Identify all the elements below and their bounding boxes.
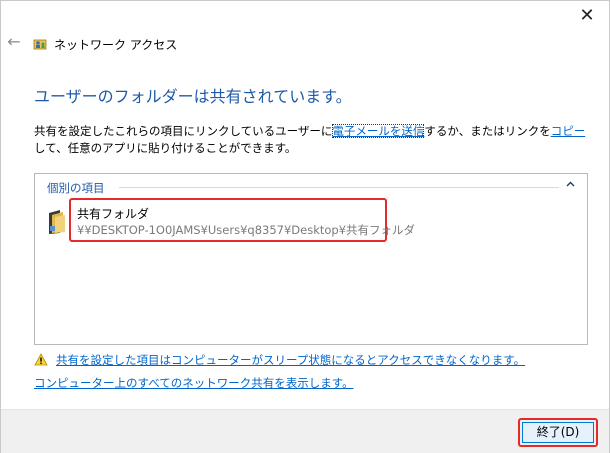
copy-link[interactable]: コピー — [551, 124, 586, 138]
network-access-dialog: ✕ ← ネットワーク アクセス ユーザーのフォルダーは共有されています。 共有を… — [0, 0, 610, 453]
item-name[interactable]: 共有フォルダ — [77, 205, 149, 222]
shared-folder-icon — [49, 210, 65, 234]
finish-button[interactable]: 終了(D) — [522, 422, 594, 443]
desc-text-2: するか、またはリンクを — [424, 124, 551, 138]
footer-bar: 終了(D) — [1, 409, 609, 453]
group-divider — [119, 187, 559, 188]
description: 共有を設定したこれらの項目にリンクしているユーザーに電子メールを送信するか、また… — [34, 123, 594, 157]
group-header: 個別の項目 — [47, 181, 105, 195]
close-icon: ✕ — [579, 5, 595, 26]
send-email-link[interactable]: 電子メールを送信 — [332, 124, 425, 138]
item-path: ¥¥DESKTOP-1O0JAMS¥Users¥q8357¥Desktop¥共有… — [77, 223, 416, 237]
show-all-shares-link[interactable]: コンピューター上のすべてのネットワーク共有を表示します。 — [34, 375, 354, 391]
collapse-chevron-icon[interactable] — [563, 177, 577, 191]
warning-icon — [34, 353, 48, 366]
shared-items-list: 個別の項目 共有フォルダ ¥¥DESKTOP-1O0JAMS¥Users¥q83… — [34, 173, 588, 345]
window-title: ネットワーク アクセス — [54, 38, 178, 52]
back-arrow-icon: ← — [7, 32, 21, 51]
back-button[interactable]: ← — [5, 33, 23, 51]
network-share-icon — [33, 39, 47, 50]
close-button[interactable]: ✕ — [575, 5, 599, 27]
page-heading: ユーザーのフォルダーは共有されています。 — [34, 87, 352, 106]
sleep-warning-link[interactable]: 共有を設定した項目はコンピューターがスリープ状態になるとアクセスできなくなります… — [56, 352, 525, 368]
desc-text-3: して、任意のアプリに貼り付けることができます。 — [34, 141, 297, 155]
desc-text-1: 共有を設定したこれらの項目にリンクしているユーザーに — [34, 124, 333, 138]
